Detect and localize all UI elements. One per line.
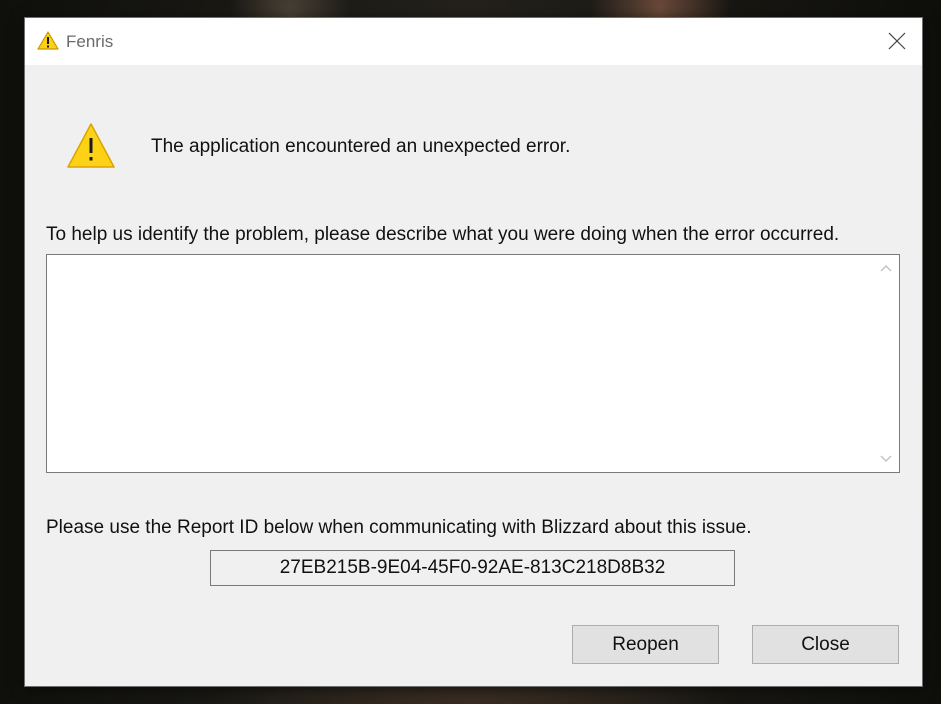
description-textarea[interactable]	[47, 255, 872, 472]
error-message: The application encountered an unexpecte…	[151, 136, 571, 157]
chevron-up-icon[interactable]	[873, 257, 899, 281]
report-id-label: Please use the Report ID below when comm…	[46, 517, 752, 538]
warning-icon	[66, 122, 116, 169]
description-box	[46, 254, 900, 473]
close-icon[interactable]	[884, 28, 910, 54]
reopen-button[interactable]: Reopen	[572, 625, 719, 664]
title-bar[interactable]: Fenris	[25, 18, 922, 65]
close-button[interactable]: Close	[752, 625, 899, 664]
window-title: Fenris	[66, 32, 114, 51]
report-id-field[interactable]: 27EB215B-9E04-45F0-92AE-813C218D8B32	[210, 550, 735, 586]
scrollbar[interactable]	[873, 255, 899, 472]
warning-icon	[37, 31, 59, 50]
chevron-down-icon[interactable]	[873, 446, 899, 470]
error-dialog: Fenris The application encountered an un…	[25, 18, 922, 686]
description-label: To help us identify the problem, please …	[46, 224, 840, 245]
